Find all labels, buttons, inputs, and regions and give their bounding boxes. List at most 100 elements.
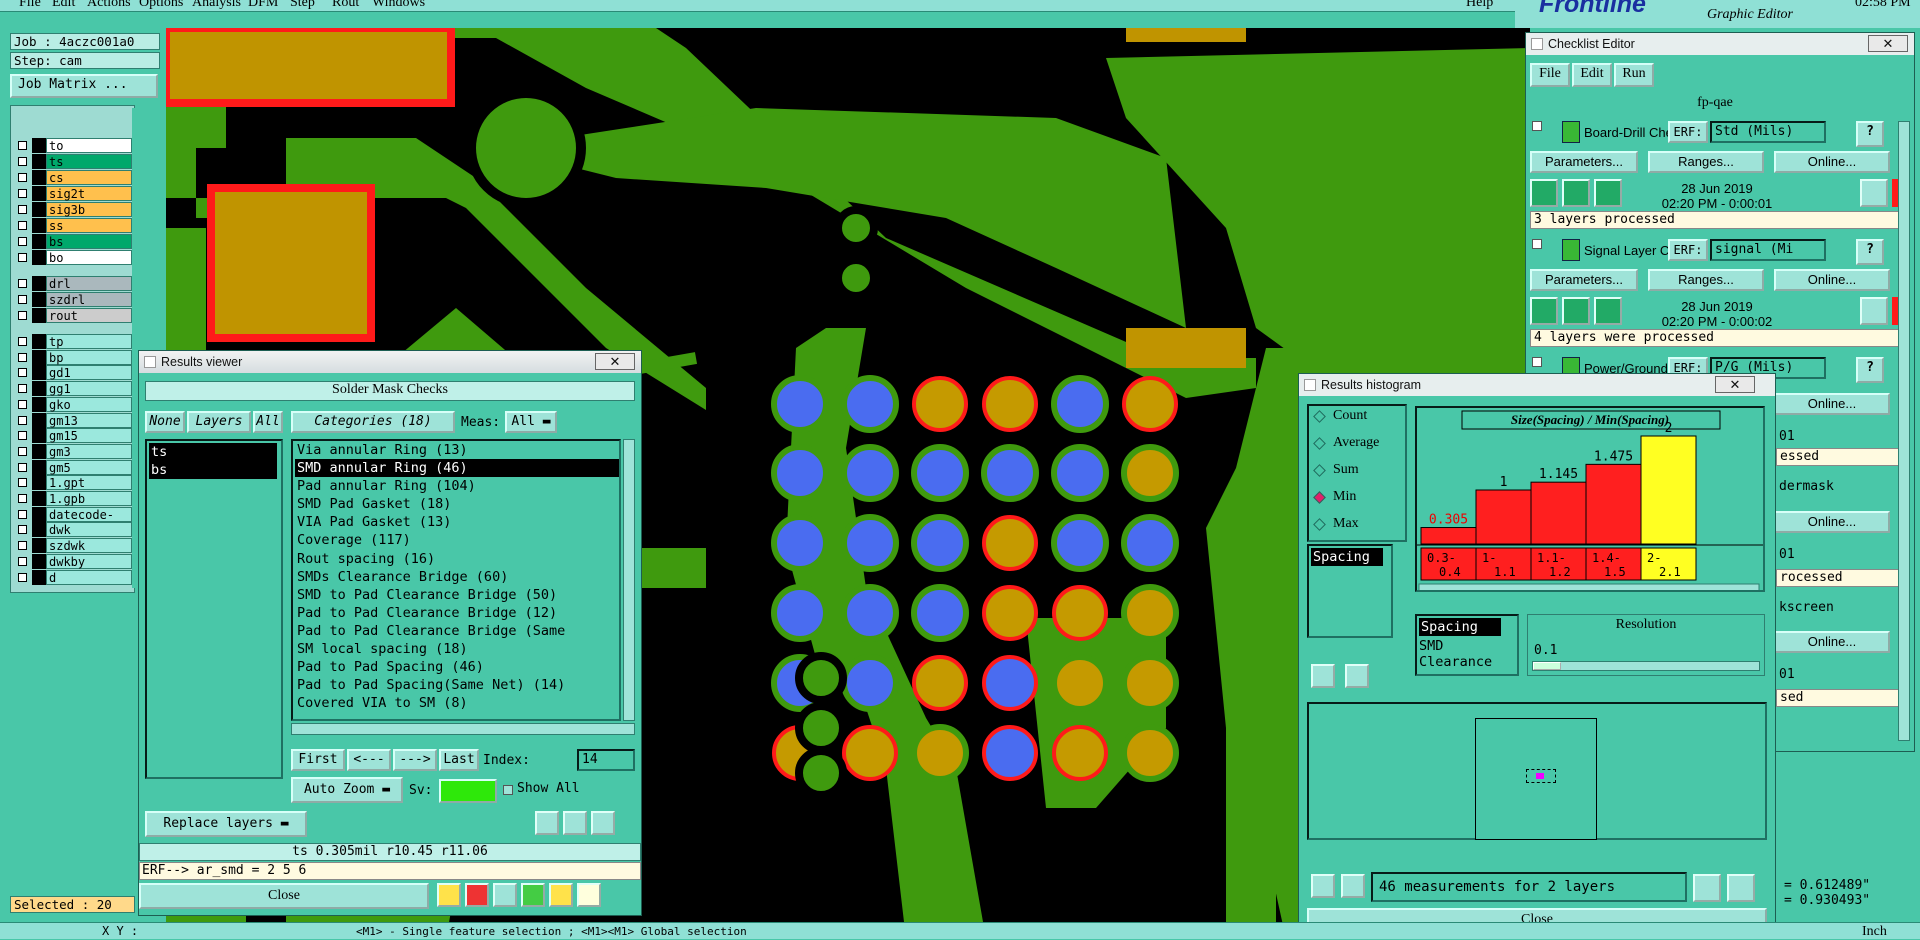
del-icon[interactable] [1311,874,1335,898]
first-button[interactable]: First [291,749,345,771]
erf-value[interactable]: signal (Mi [1710,239,1826,261]
layer-checkbox[interactable] [18,253,27,262]
layer-name[interactable]: dwk [46,522,132,538]
undo-icon[interactable] [591,811,615,835]
layer-checkbox[interactable] [18,446,27,456]
layer-name[interactable]: gg1 [46,381,132,397]
zoom-icon[interactable] [1860,297,1888,325]
report-icon[interactable] [437,883,461,907]
category-item[interactable]: SM local spacing (18) [295,640,619,658]
layer-row[interactable]: bs [12,234,132,249]
replace-layers-select[interactable]: Replace layers ▬ [145,811,307,837]
auto-zoom-select[interactable]: Auto Zoom ▬ [291,777,403,803]
measure-list[interactable]: Spacing [1307,544,1393,638]
menu-rout[interactable]: Rout [332,0,359,11]
layer-name[interactable]: bo [46,250,132,265]
del-icon[interactable] [535,811,559,835]
category-item[interactable]: Pad to Pad Clearance Bridge (12) [295,604,619,622]
job-matrix-button[interactable]: Job Matrix ... [10,74,158,98]
layer-row[interactable]: dwkby [12,553,132,569]
menu-help[interactable]: Help [1466,0,1493,11]
mode-radio[interactable] [1313,491,1326,504]
mode-radio[interactable] [1313,518,1326,531]
layer-row[interactable]: szdwk [12,538,132,554]
layer-row[interactable]: 1.gpb [12,491,132,506]
delete-results-icon[interactable] [493,883,517,907]
mode-label[interactable]: Min [1333,489,1356,505]
all-button[interactable]: All [253,411,283,433]
layer-checkbox[interactable] [18,157,27,166]
check-select-box[interactable] [1532,357,1542,367]
layer-row[interactable]: tp [12,334,132,349]
layer-name[interactable]: 1.gpt [46,475,132,491]
layer-checkbox[interactable] [18,221,27,230]
layer-name[interactable]: sig3b [46,202,132,217]
category-item[interactable]: Covered VIA to SM (8) [295,694,619,712]
category-item[interactable]: Pad annular Ring (104) [295,477,619,495]
layer-name[interactable]: ss [46,218,132,233]
menu-edit[interactable]: Edit [1572,63,1612,87]
close-button[interactable]: Close [139,883,429,909]
ref-icon[interactable] [1345,664,1369,688]
mode-radio[interactable] [1313,437,1326,450]
meas-select[interactable]: All ▬ [505,411,557,433]
layer-name[interactable]: gm3 [46,443,132,459]
run-icon[interactable] [1530,297,1558,325]
layer-checkbox[interactable] [18,279,27,288]
layer-checkbox[interactable] [18,337,27,346]
del-icon[interactable] [1311,664,1335,688]
erf-value[interactable]: Std (Mils) [1710,121,1826,143]
layer-row[interactable]: gm13 [12,412,132,428]
layer-checkbox[interactable] [18,541,27,551]
layer-checkbox[interactable] [18,572,27,582]
mode-radio[interactable] [1313,464,1326,477]
index-input[interactable]: 14 [577,749,635,771]
parameters-button[interactable]: Parameters... [1530,151,1638,173]
layer-checkbox[interactable] [18,415,27,425]
layer-checkbox[interactable] [18,431,27,441]
layer-row[interactable]: gko [12,396,132,412]
check-select-box[interactable] [1532,121,1542,131]
layer-name[interactable]: dwkby [46,553,132,569]
layer-row[interactable]: gm3 [12,443,132,459]
layer-checkbox[interactable] [18,189,27,198]
layer-name[interactable]: gd1 [46,365,132,381]
run-icon[interactable] [1562,179,1590,207]
layer-row[interactable]: ts [12,154,132,169]
layer-row[interactable]: cs [12,170,132,185]
ranges-button[interactable]: Ranges... [1648,269,1764,291]
close-icon[interactable]: ✕ [595,353,635,370]
layer-checkbox[interactable] [18,173,27,182]
category-item[interactable]: SMD to Pad Clearance Bridge (50) [295,586,619,604]
units-label[interactable]: Inch [1862,924,1887,940]
checklist-scrollbar[interactable] [1898,121,1910,741]
layer-checkbox[interactable] [18,237,27,246]
menu-actions[interactable]: Actions [87,0,131,11]
layer-row[interactable]: sig2t [12,186,132,201]
help-button[interactable]: ? [1856,357,1884,383]
category-item[interactable]: SMDs Clearance Bridge (60) [295,568,619,586]
check-name[interactable]: Signal Layer Ch [1584,243,1670,258]
legend-item-smd[interactable]: SMD [1417,638,1517,654]
layer-checkbox[interactable] [18,384,27,394]
list-item[interactable]: bs [149,461,277,479]
mode-label[interactable]: Max [1333,516,1359,532]
run-icon[interactable] [1530,179,1558,207]
category-item[interactable]: Via annular Ring (13) [295,441,619,459]
layer-checkbox[interactable] [18,205,27,214]
categories-list[interactable]: Via annular Ring (13) SMD annular Ring (4… [291,439,621,721]
layer-row[interactable]: datecode-pts [12,506,132,537]
layer-checkbox[interactable] [18,295,27,304]
layer-row[interactable]: dwk [12,522,132,538]
menu-run[interactable]: Run [1614,63,1654,87]
sequence-icon[interactable] [521,883,545,907]
layer-name[interactable]: 1.gpb [46,491,132,506]
layers-button[interactable]: Layers [187,411,251,433]
layer-checkbox[interactable] [18,556,27,566]
layer-row[interactable]: rout [12,308,132,323]
menu-analysis[interactable]: Analysis [192,0,241,11]
category-item[interactable]: Coverage (117) [295,531,619,549]
legend-list[interactable]: Spacing SMD Clearance [1415,614,1519,676]
layer-row[interactable]: gm5 [12,459,132,475]
layer-checkbox[interactable] [18,462,27,472]
